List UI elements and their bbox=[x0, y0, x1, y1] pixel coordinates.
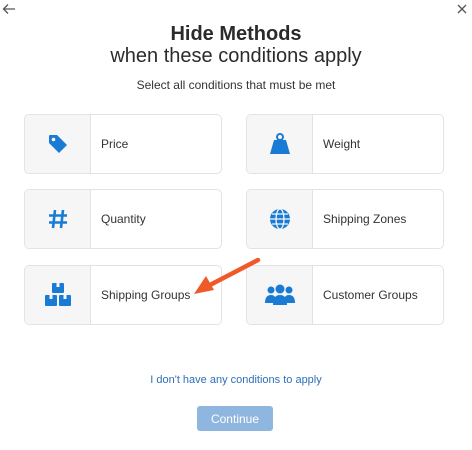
boxes-icon bbox=[44, 283, 71, 306]
condition-card-shipping-zones[interactable]: Shipping Zones bbox=[246, 189, 444, 249]
condition-card-price[interactable]: Price bbox=[24, 114, 222, 174]
users-icon bbox=[264, 284, 295, 305]
condition-label: Shipping Groups bbox=[101, 288, 191, 302]
page-subtitle: when these conditions apply bbox=[110, 45, 362, 67]
continue-button[interactable]: Continue bbox=[197, 406, 273, 431]
condition-label: Weight bbox=[323, 137, 361, 151]
hash-icon bbox=[48, 209, 67, 229]
page-title: Hide Methods bbox=[170, 23, 302, 45]
weight-icon bbox=[269, 133, 290, 154]
price-tag-icon bbox=[48, 135, 67, 153]
back-arrow-icon[interactable] bbox=[2, 3, 16, 15]
annotation-arrow-icon bbox=[194, 257, 261, 294]
no-conditions-link[interactable]: I don't have any conditions to apply bbox=[0, 374, 472, 386]
condition-card-weight[interactable]: Weight bbox=[246, 114, 444, 174]
condition-label: Customer Groups bbox=[323, 288, 418, 302]
condition-label: Quantity bbox=[101, 212, 146, 226]
condition-label: Price bbox=[101, 137, 129, 151]
condition-card-quantity[interactable]: Quantity bbox=[24, 189, 222, 249]
close-icon[interactable] bbox=[456, 3, 468, 15]
condition-card-customer-groups[interactable]: Customer Groups bbox=[246, 265, 444, 325]
globe-icon bbox=[269, 208, 290, 230]
instruction-text: Select all conditions that must be met bbox=[136, 78, 336, 92]
condition-label: Shipping Zones bbox=[323, 212, 407, 226]
